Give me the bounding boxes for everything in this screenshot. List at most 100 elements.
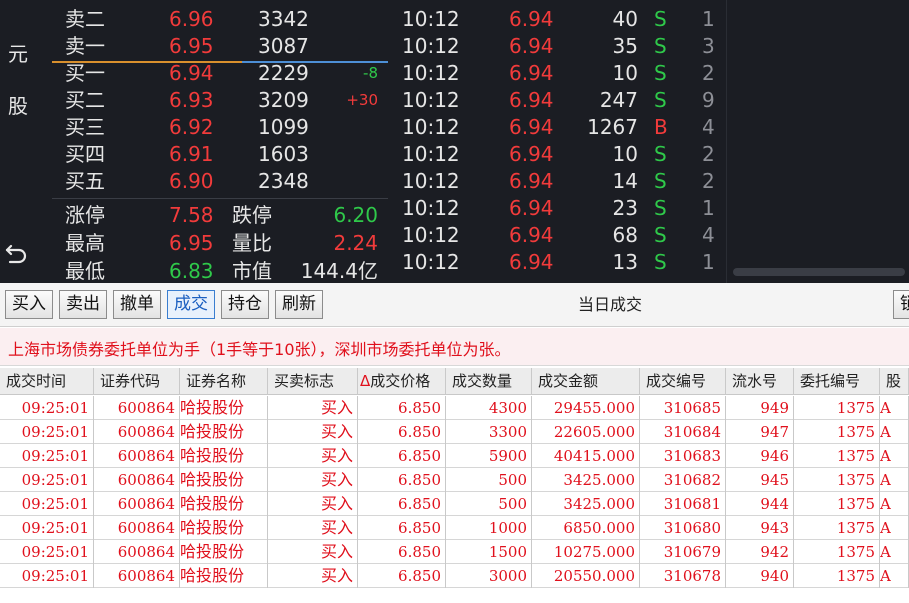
tick-row: 10:12 6.94 1267 B 4: [390, 114, 726, 141]
tick-price: 6.94: [509, 142, 554, 166]
column-header[interactable]: 证券代码: [94, 368, 180, 395]
tick-price: 6.94: [509, 250, 554, 274]
table-row[interactable]: 09:25:01 600864 哈投股份 买入 6.850 5900 40415.000 31…: [0, 444, 909, 468]
cancel-order-button[interactable]: 撤单: [113, 290, 161, 319]
ask-bid-divider: [52, 61, 242, 63]
column-header[interactable]: 买卖标志: [268, 368, 358, 395]
book-price: 6.91: [169, 142, 214, 166]
column-header[interactable]: 股: [880, 368, 909, 395]
stat-row: 最低 6.83 市值 144.4亿: [52, 258, 388, 283]
tick-count: 1: [702, 196, 715, 220]
buy-button[interactable]: 买入: [5, 290, 53, 319]
tick-row: 10:12 6.94 68 S 4: [390, 222, 726, 249]
table-cell: A: [880, 444, 909, 468]
tick-volume: 13: [612, 250, 638, 274]
book-label: 买四: [65, 142, 105, 166]
table-cell: 买入: [268, 564, 358, 588]
lock-button[interactable]: 锁: [893, 290, 909, 319]
table-row[interactable]: 09:25:01 600864 哈投股份 买入 6.850 3300 22605.000 31…: [0, 420, 909, 444]
book-volume: 1099: [258, 115, 309, 139]
table-cell: 哈投股份: [180, 396, 268, 420]
tick-count: 3: [702, 34, 715, 58]
table-cell: 310679: [640, 540, 726, 564]
tick-flag: S: [654, 142, 667, 166]
tick-time: 10:12: [402, 7, 460, 31]
tick-volume: 35: [612, 34, 638, 58]
tick-price: 6.94: [509, 34, 554, 58]
tick-count: 9: [702, 88, 715, 112]
sell-button[interactable]: 卖出: [59, 290, 107, 319]
book-row: 买五 6.90 2348: [52, 168, 388, 195]
book-change: +30: [346, 91, 378, 109]
order-book: 卖二 6.96 3342 卖一 6.95 3087 买一 6.94 2229 -8 买二 6.93 32…: [52, 0, 388, 283]
right-panel: [726, 0, 909, 283]
column-header[interactable]: 成交数量: [446, 368, 532, 395]
stat-label: 最低: [65, 259, 105, 283]
table-cell: 942: [726, 540, 794, 564]
table-row[interactable]: 09:25:01 600864 哈投股份 买入 6.850 500 3425.000 3106…: [0, 492, 909, 516]
table-cell: 310678: [640, 564, 726, 588]
column-header[interactable]: 成交金额: [532, 368, 640, 395]
column-header[interactable]: 成交编号: [640, 368, 726, 395]
stat-row: 涨停 7.58 跌停 6.20: [52, 202, 388, 229]
table-cell: 6.850: [358, 396, 446, 420]
refresh-button[interactable]: 刷新: [275, 290, 323, 319]
tick-count: 1: [702, 250, 715, 274]
tick-count: 4: [702, 223, 715, 247]
tick-flag: S: [654, 250, 667, 274]
table-cell: 1375: [794, 396, 880, 420]
horizontal-scrollbar[interactable]: [733, 268, 905, 276]
book-row: 买一 6.94 2229 -8: [52, 60, 388, 87]
table-cell: 5900: [446, 444, 532, 468]
stat-label: 市值: [232, 259, 272, 283]
table-cell: 945: [726, 468, 794, 492]
book-price: 6.95: [169, 34, 214, 58]
table-cell: 6.850: [358, 516, 446, 540]
table-row[interactable]: 09:25:01 600864 哈投股份 买入 6.850 500 3425.000 3106…: [0, 468, 909, 492]
table-cell: 1375: [794, 564, 880, 588]
tick-time: 10:12: [402, 169, 460, 193]
book-change: -8: [363, 64, 378, 82]
column-header[interactable]: 流水号: [726, 368, 794, 395]
positions-button[interactable]: 持仓: [221, 290, 269, 319]
table-cell: 3300: [446, 420, 532, 444]
table-cell: 310683: [640, 444, 726, 468]
table-cell: 6.850: [358, 492, 446, 516]
table-row[interactable]: 09:25:01 600864 哈投股份 买入 6.850 4300 29455.000 31…: [0, 396, 909, 420]
table-cell: 500: [446, 468, 532, 492]
table-row[interactable]: 09:25:01 600864 哈投股份 买入 6.850 1000 6850.000 310…: [0, 516, 909, 540]
tick-row: 10:12 6.94 10 S 2: [390, 60, 726, 87]
table-cell: 600864: [94, 492, 180, 516]
book-label: 卖一: [65, 34, 105, 58]
tick-row: 10:12 6.94 14 S 2: [390, 168, 726, 195]
table-cell: 10275.000: [532, 540, 640, 564]
table-cell: 600864: [94, 516, 180, 540]
tick-flag: S: [654, 88, 667, 112]
tick-flag: S: [654, 34, 667, 58]
table-cell: 买入: [268, 492, 358, 516]
tick-count: 4: [702, 115, 715, 139]
table-cell: 09:25:01: [0, 444, 94, 468]
table-cell: 哈投股份: [180, 540, 268, 564]
table-row[interactable]: 09:25:01 600864 哈投股份 买入 6.850 1500 10275.000 31…: [0, 540, 909, 564]
tick-price: 6.94: [509, 223, 554, 247]
book-row: 买三 6.92 1099: [52, 114, 388, 141]
table-cell: 1375: [794, 492, 880, 516]
column-header[interactable]: 成交时间: [0, 368, 94, 395]
stat-value: 6.20: [333, 203, 378, 227]
notice-bar: 上海市场债券委托单位为手（1手等于10张），深圳市场委托单位为张。: [0, 328, 909, 366]
trades-button[interactable]: 成交: [167, 290, 215, 319]
column-header[interactable]: 证券名称: [180, 368, 268, 395]
column-header[interactable]: Δ成交价格: [358, 368, 446, 395]
quote-panel: 元 股 卖二 6.96 3342 卖一 6.95 3087 买一 6.94 2229 -8 买二 6.…: [0, 0, 909, 283]
column-header[interactable]: 委托编号: [794, 368, 880, 395]
table-cell: 22605.000: [532, 420, 640, 444]
book-label: 买五: [65, 169, 105, 193]
tick-time: 10:12: [402, 115, 460, 139]
table-row[interactable]: 09:25:01 600864 哈投股份 买入 6.850 3000 20550.000 31…: [0, 564, 909, 588]
table-cell: A: [880, 468, 909, 492]
toolbar: 买入 卖出 撤单 成交 持仓 刷新 锁: [0, 283, 909, 327]
tick-flag: S: [654, 169, 667, 193]
back-icon[interactable]: [4, 240, 30, 266]
table-cell: 1375: [794, 468, 880, 492]
